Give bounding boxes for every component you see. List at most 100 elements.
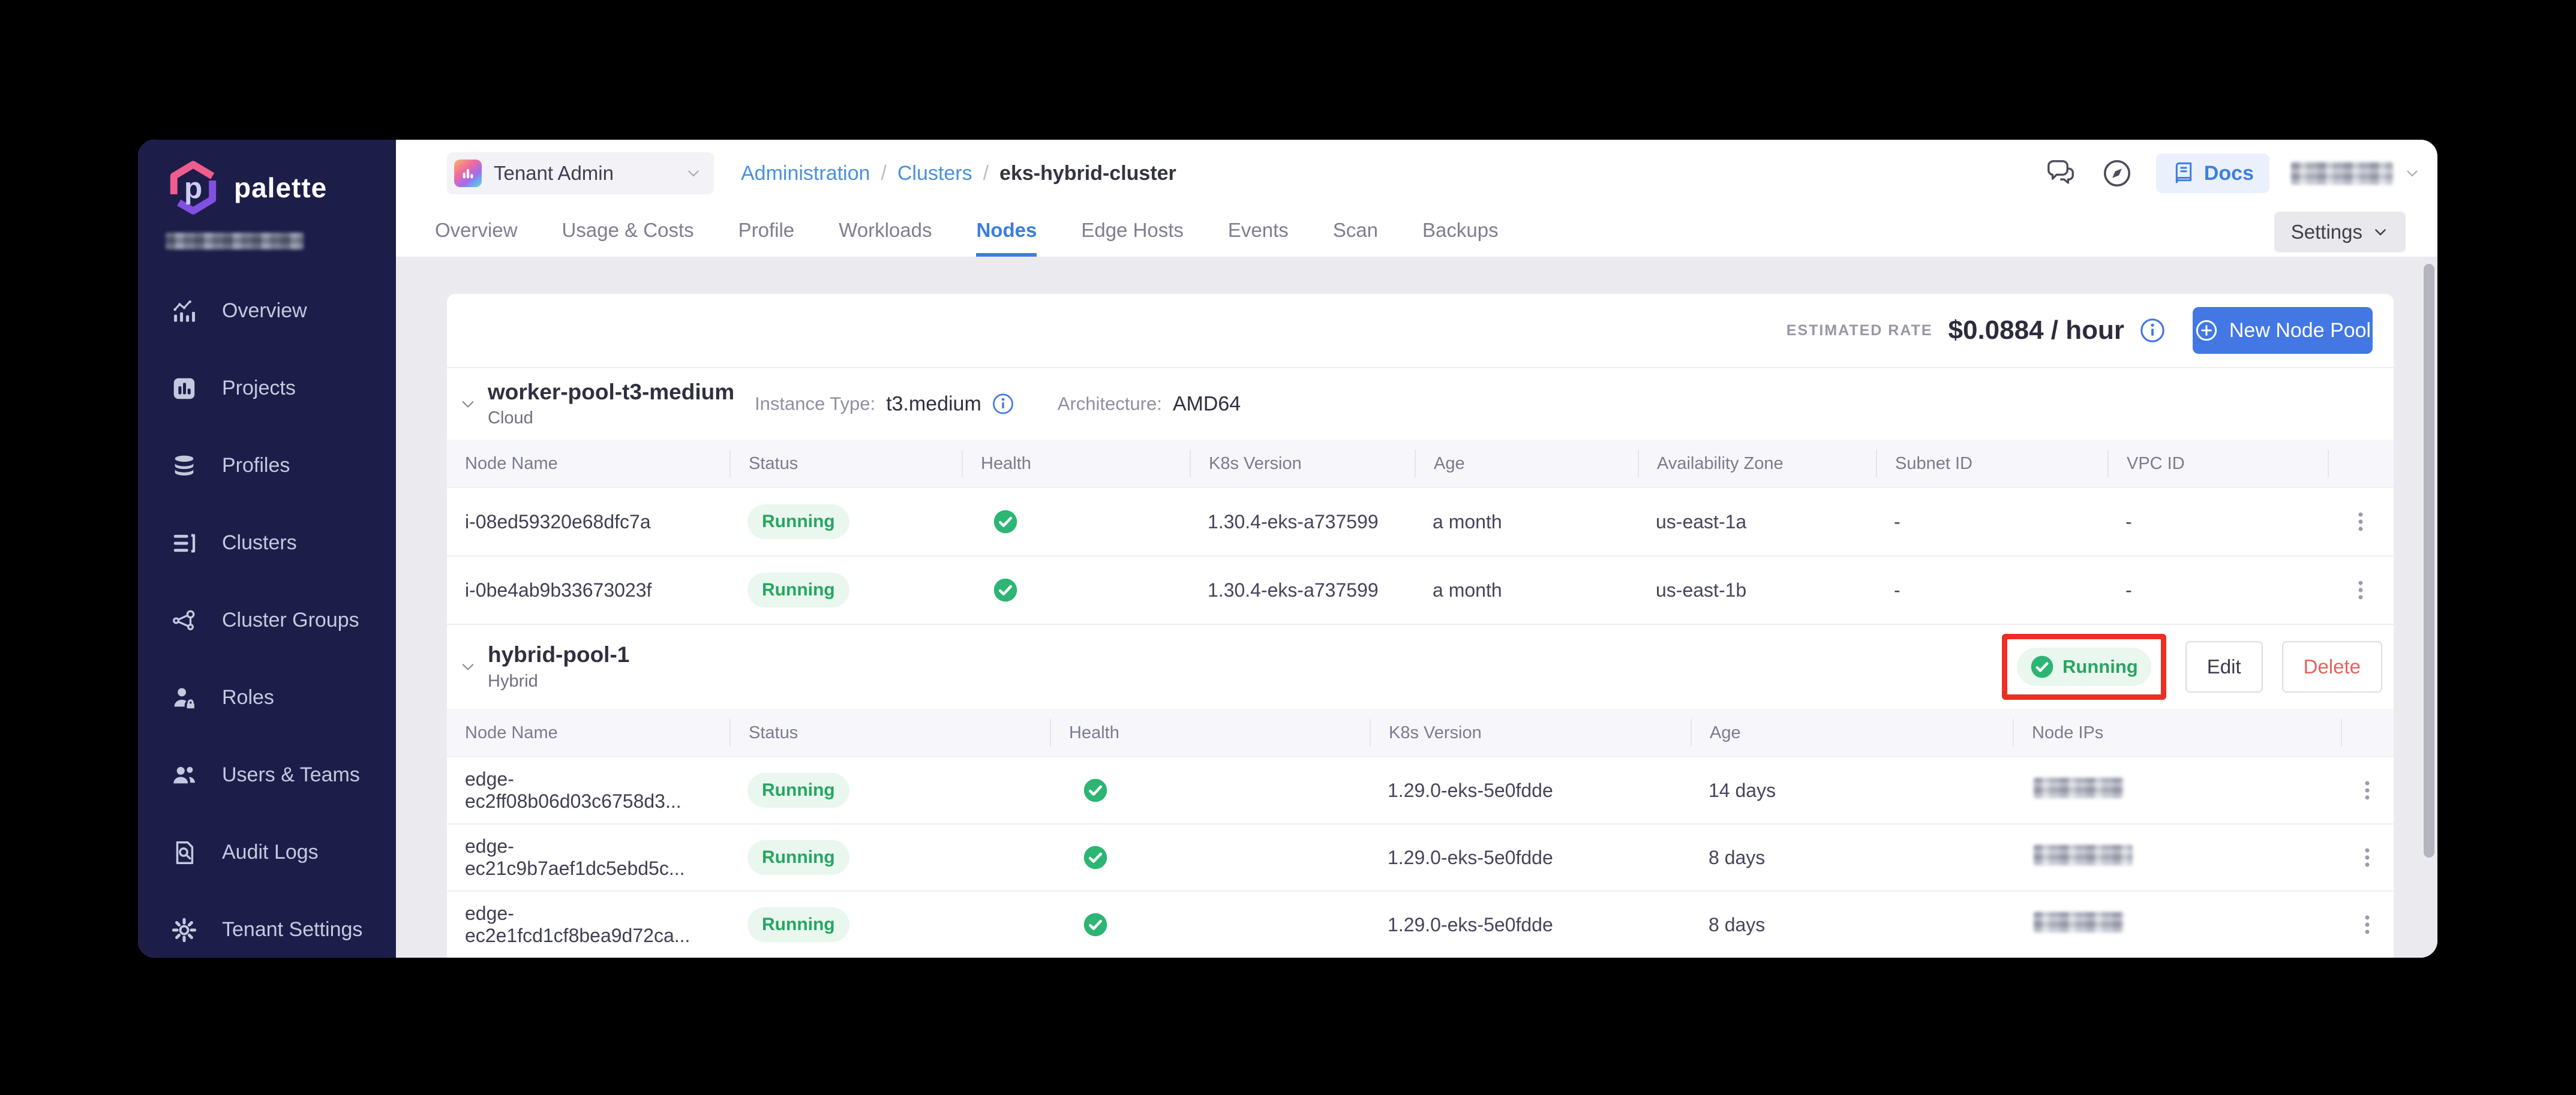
feedback-chat-icon[interactable] [2043, 156, 2078, 191]
explore-compass-icon[interactable] [2100, 156, 2134, 191]
scope-selector[interactable]: Tenant Admin [447, 152, 714, 194]
table-row: edge-ec2e1fcd1cf8bea9d72ca... Running 1.… [447, 891, 2394, 958]
k8s-version-cell: 1.30.4-eks-a737599 [1190, 511, 1415, 533]
sidebar-item-profiles[interactable]: Profiles [138, 427, 396, 504]
col-vpc-id: VPC ID [2107, 450, 2328, 477]
hybrid-pool-table: Node Name Status Health K8s Version Age … [447, 709, 2394, 958]
projects-icon [170, 375, 198, 402]
architecture-value: AMD64 [1173, 392, 1241, 416]
col-status: Status [729, 719, 1050, 747]
node-pools-card: ESTIMATED RATE $0.0884 / hour New Node P… [447, 294, 2394, 958]
health-cell [1050, 912, 1370, 937]
table-row: i-0be4ab9b33673023f Running 1.30.4-eks-a… [447, 555, 2394, 624]
kebab-menu-icon[interactable] [2354, 777, 2380, 804]
age-cell: a month [1415, 511, 1638, 533]
sidebar-item-label: Cluster Groups [222, 609, 359, 632]
rate-bar: ESTIMATED RATE $0.0884 / hour New Node P… [447, 294, 2394, 367]
vertical-scrollbar[interactable] [2424, 264, 2434, 858]
sidebar-item-projects[interactable]: Projects [138, 350, 396, 427]
col-actions [2341, 719, 2394, 747]
health-cell [1050, 845, 1370, 870]
tab-usage-costs[interactable]: Usage & Costs [562, 207, 694, 257]
pool-kind: Hybrid [488, 672, 629, 691]
estimated-rate-label: ESTIMATED RATE [1787, 322, 1933, 339]
estimated-rate-value: $0.0884 / hour [1948, 315, 2124, 345]
sidebar-item-label: Profiles [222, 454, 290, 477]
kebab-menu-icon[interactable] [2354, 912, 2380, 938]
breadcrumb-separator: / [881, 162, 886, 185]
pool-kind: Cloud [488, 408, 734, 428]
tab-scan[interactable]: Scan [1333, 207, 1378, 257]
subnet-id-cell: - [1876, 579, 2107, 601]
sidebar-item-roles[interactable]: Roles [138, 659, 396, 736]
tab-edge-hosts[interactable]: Edge Hosts [1081, 207, 1184, 257]
sidebar-item-tenant-settings[interactable]: Tenant Settings [138, 891, 396, 958]
tab-profile[interactable]: Profile [738, 207, 795, 257]
k8s-version-cell: 1.30.4-eks-a737599 [1190, 579, 1415, 601]
health-cell [962, 577, 1190, 603]
pool-meta: Instance Type: t3.medium Architecture: A… [755, 392, 1241, 416]
col-k8s-version: K8s Version [1370, 719, 1691, 747]
health-check-icon [993, 577, 1018, 603]
node-name-cell: edge-ec2e1fcd1cf8bea9d72ca... [447, 903, 729, 947]
sidebar-item-clusters[interactable]: Clusters [138, 504, 396, 582]
kebab-menu-icon[interactable] [2347, 577, 2374, 603]
kebab-menu-icon[interactable] [2354, 844, 2380, 871]
redacted-project-name [166, 233, 304, 249]
tab-workloads[interactable]: Workloads [839, 207, 932, 257]
node-name-cell: edge-ec21c9b7aef1dc5ebd5c... [447, 835, 729, 880]
collapse-chevron-icon[interactable] [459, 395, 477, 413]
tab-overview[interactable]: Overview [435, 207, 518, 257]
tab-nodes[interactable]: Nodes [976, 207, 1037, 257]
kebab-menu-icon[interactable] [2347, 509, 2374, 535]
node-name-cell: i-0be4ab9b33673023f [447, 579, 729, 601]
palette-logo-icon: p [166, 160, 221, 215]
settings-button[interactable]: Settings [2274, 212, 2406, 252]
availability-zone-cell: us-east-1b [1638, 579, 1876, 601]
delete-pool-button[interactable]: Delete [2282, 641, 2382, 693]
availability-zone-cell: us-east-1a [1638, 511, 1876, 533]
node-ips-cell [2013, 845, 2341, 870]
topbar: Tenant Admin Administration / Clusters /… [396, 140, 2437, 257]
sidebar-item-users-teams[interactable]: Users & Teams [138, 736, 396, 814]
sidebar-item-label: Tenant Settings [222, 918, 362, 941]
status-cell: Running [729, 773, 1050, 808]
rate-info-icon[interactable] [2140, 318, 2165, 343]
collapse-chevron-icon[interactable] [459, 658, 477, 676]
health-cell [962, 509, 1190, 534]
table-row: edge-ec2ff08b06d03c6758d3... Running 1.2… [447, 756, 2394, 823]
new-node-pool-button[interactable]: New Node Pool [2193, 307, 2373, 354]
col-age: Age [1415, 450, 1638, 477]
node-ips-cell [2013, 912, 2341, 937]
pool-header-worker-pool: worker-pool-t3-medium Cloud Instance Typ… [447, 367, 2394, 440]
sidebar-item-audit-logs[interactable]: Audit Logs [138, 814, 396, 891]
docs-button-label: Docs [2204, 162, 2254, 185]
k8s-version-cell: 1.29.0-eks-5e0fdde [1370, 780, 1691, 802]
docs-button[interactable]: Docs [2156, 154, 2269, 193]
breadcrumb-link-clusters[interactable]: Clusters [897, 162, 972, 185]
pool-status-label: Running [2062, 656, 2138, 678]
age-cell: 14 days [1691, 780, 2013, 802]
sidebar-item-cluster-groups[interactable]: Cluster Groups [138, 582, 396, 659]
breadcrumb-link-administration[interactable]: Administration [741, 162, 870, 185]
tab-backups[interactable]: Backups [1422, 207, 1499, 257]
user-menu[interactable] [2291, 162, 2421, 185]
redacted-username [2291, 162, 2393, 185]
k8s-version-cell: 1.29.0-eks-5e0fdde [1370, 914, 1691, 936]
chevron-down-icon [685, 165, 702, 182]
worker-pool-table: Node Name Status Health K8s Version Age … [447, 440, 2394, 624]
overview-chart-icon [170, 297, 198, 325]
tab-events[interactable]: Events [1228, 207, 1289, 257]
profiles-layers-icon [170, 452, 198, 480]
sidebar-item-overview[interactable]: Overview [138, 272, 396, 350]
edit-pool-button[interactable]: Edit [2185, 641, 2263, 693]
col-health: Health [1050, 719, 1370, 747]
breadcrumb-current-cluster: eks-hybrid-cluster [999, 162, 1176, 185]
health-check-icon [1083, 912, 1108, 937]
health-check-icon [1083, 778, 1108, 803]
pool-status-badge: Running [2017, 648, 2151, 686]
pool-name: hybrid-pool-1 [488, 642, 629, 667]
status-cell: Running [729, 573, 962, 607]
instance-type-info-icon[interactable] [992, 393, 1014, 415]
age-cell: 8 days [1691, 847, 2013, 869]
